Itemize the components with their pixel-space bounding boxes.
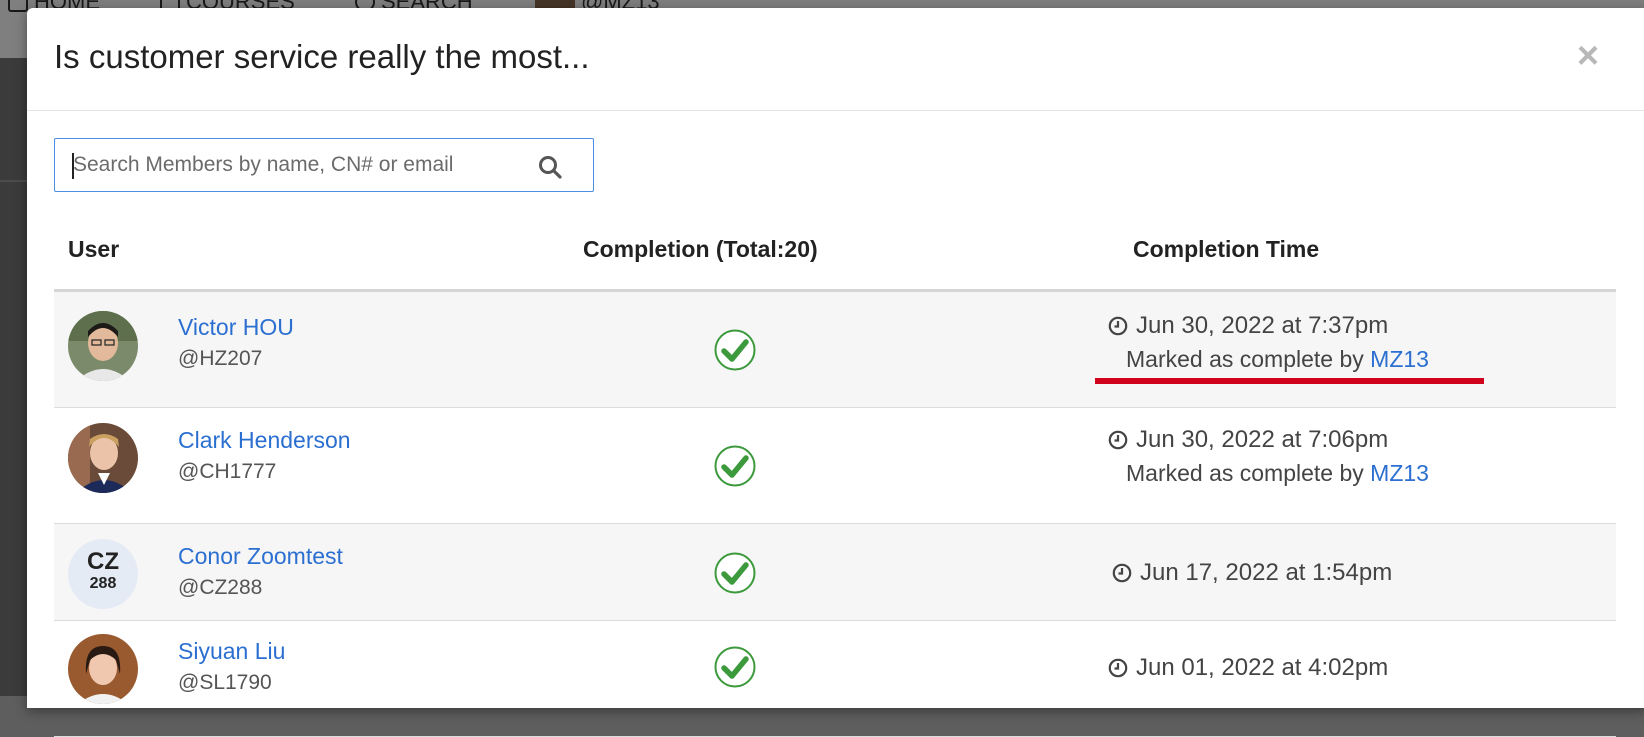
completion-time: Jun 30, 2022 at 7:37pm xyxy=(1108,312,1388,340)
table-row: Victor HOU @HZ207 Jun 30, 2022 at 7:37pm… xyxy=(54,292,1616,408)
marked-by-link[interactable]: MZ13 xyxy=(1370,346,1429,372)
user-handle: @CH1777 xyxy=(178,460,277,483)
completion-time: Jun 01, 2022 at 4:02pm xyxy=(1108,654,1388,682)
marked-complete-prefix: Marked as complete by xyxy=(1126,346,1364,372)
avatar[interactable]: CZ 288 xyxy=(68,539,138,609)
modal-title: Is customer service really the most... xyxy=(54,38,590,75)
marked-complete-note: Marked as complete by MZ13 xyxy=(1126,346,1429,373)
search-input[interactable] xyxy=(73,149,513,181)
close-button[interactable]: × xyxy=(1570,35,1606,77)
user-name-link[interactable]: Clark Henderson xyxy=(178,427,351,454)
column-header-completion: Completion (Total:20) xyxy=(583,236,818,262)
completion-time-text: Jun 30, 2022 at 7:06pm xyxy=(1136,426,1389,453)
avatar-id: 288 xyxy=(89,575,117,592)
highlight-annotation xyxy=(1095,378,1484,384)
user-handle: @HZ207 xyxy=(178,347,263,370)
text-cursor xyxy=(72,153,74,179)
close-icon: × xyxy=(1576,35,1600,77)
completion-time-text: Jun 17, 2022 at 1:54pm xyxy=(1140,559,1393,586)
avatar-initials: CZ xyxy=(87,548,119,575)
user-name-link[interactable]: Siyuan Liu xyxy=(178,638,285,665)
table-header: User Completion (Total:20) Completion Ti… xyxy=(54,226,1616,292)
completion-time: Jun 17, 2022 at 1:54pm xyxy=(1112,559,1392,587)
column-header-completion-time: Completion Time xyxy=(1133,236,1320,262)
completion-table: User Completion (Total:20) Completion Ti… xyxy=(54,226,1616,737)
checkmark-icon xyxy=(714,445,756,487)
checkmark-icon xyxy=(714,329,756,371)
avatar[interactable] xyxy=(68,311,138,381)
user-name-link[interactable]: Conor Zoomtest xyxy=(178,543,343,570)
clock-icon xyxy=(1108,430,1128,450)
avatar[interactable] xyxy=(68,423,138,493)
search-box[interactable] xyxy=(54,138,594,192)
table-row: Clark Henderson @CH1777 Jun 30, 2022 at … xyxy=(54,408,1616,524)
modal-header: Is customer service really the most... × xyxy=(27,8,1644,111)
user-handle: @SL1790 xyxy=(178,671,272,694)
checkmark-icon xyxy=(714,646,756,688)
table-row: CZ 288 Conor Zoomtest @CZ288 Jun 17, 202… xyxy=(54,524,1616,621)
completion-modal: Is customer service really the most... ×… xyxy=(27,8,1644,737)
checkmark-icon xyxy=(714,552,756,594)
clock-icon xyxy=(1108,316,1128,336)
marked-complete-prefix: Marked as complete by xyxy=(1126,460,1364,486)
completion-time-text: Jun 01, 2022 at 4:02pm xyxy=(1136,654,1389,681)
clock-icon xyxy=(1112,563,1132,583)
search-icon[interactable] xyxy=(537,154,563,180)
table-row: Siyuan Liu @SL1790 Jun 01, 2022 at 4:02p… xyxy=(54,621,1616,737)
user-handle: @CZ288 xyxy=(178,576,263,599)
avatar[interactable] xyxy=(68,634,138,704)
completion-time: Jun 30, 2022 at 7:06pm xyxy=(1108,426,1388,454)
marked-complete-note: Marked as complete by MZ13 xyxy=(1126,460,1429,487)
marked-by-link[interactable]: MZ13 xyxy=(1370,460,1429,486)
user-name-link[interactable]: Victor HOU xyxy=(178,314,294,341)
column-header-user: User xyxy=(68,236,120,262)
clock-icon xyxy=(1108,658,1128,678)
completion-time-text: Jun 30, 2022 at 7:37pm xyxy=(1136,312,1389,339)
